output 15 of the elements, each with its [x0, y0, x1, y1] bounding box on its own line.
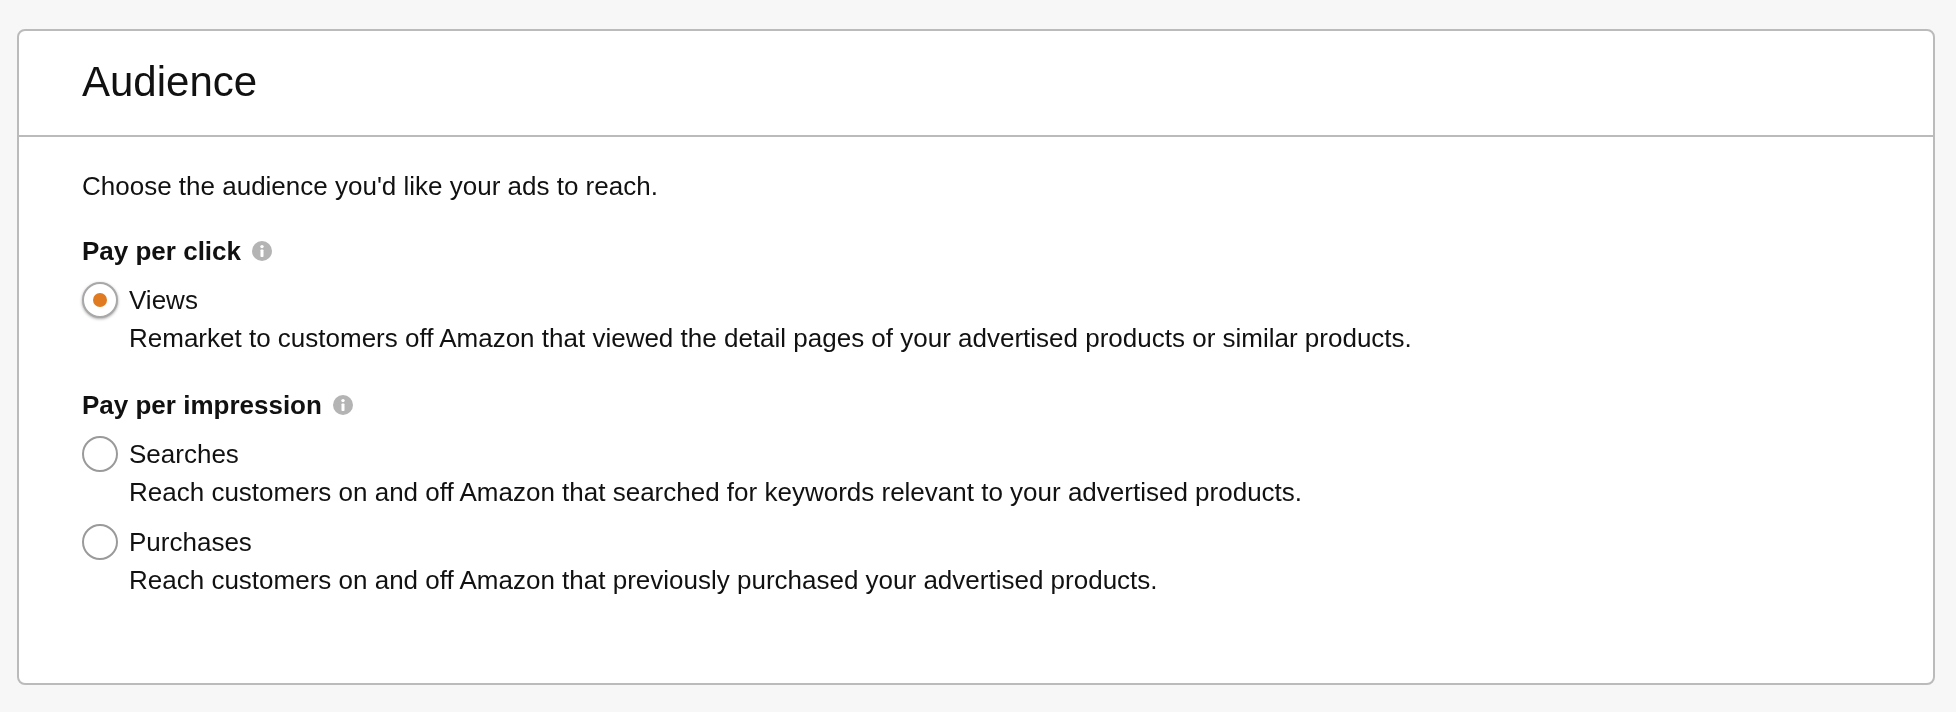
- intro-text: Choose the audience you'd like your ads to reach.: [82, 170, 658, 203]
- group-label: Pay per impression: [82, 389, 322, 422]
- option-description: Reach customers on and off Amazon that previously purchased your advertised products.: [129, 564, 1158, 597]
- radio-button[interactable]: [82, 282, 118, 318]
- info-icon[interactable]: [332, 395, 353, 415]
- option-label[interactable]: Purchases: [129, 524, 252, 560]
- info-icon[interactable]: [252, 241, 272, 261]
- group-label: Pay per click: [82, 235, 241, 268]
- option-description: Reach customers on and off Amazon that searched for keywords relevant to your advertised products.: [129, 476, 1303, 509]
- option-label[interactable]: Searches: [129, 436, 239, 472]
- radio-button[interactable]: [82, 524, 118, 560]
- option-label[interactable]: Views: [129, 282, 198, 318]
- option-description: Remarket to customers off Amazon that viewed the detail pages of your advertised products or similar products.: [129, 322, 1412, 355]
- radio-button[interactable]: [82, 436, 118, 472]
- card-title: Audience: [82, 57, 258, 107]
